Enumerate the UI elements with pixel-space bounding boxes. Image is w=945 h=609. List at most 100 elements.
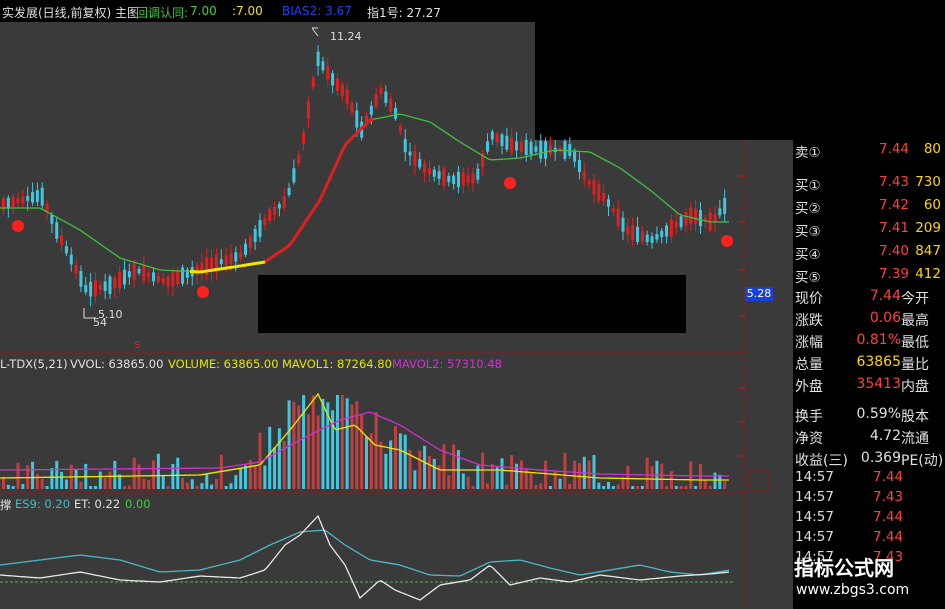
- candle-body: [152, 272, 156, 282]
- quote-stat-value: 0.06: [869, 310, 901, 326]
- volume-bar: [534, 484, 538, 489]
- volume-bar: [384, 453, 388, 489]
- volume-label: VOLUME: 63865.00: [168, 357, 279, 371]
- volume-bar: [568, 483, 572, 489]
- candle-body: [631, 225, 635, 240]
- volume-bar: [11, 486, 15, 489]
- quote-stat-label-2: 最高: [901, 313, 929, 329]
- volume-bar: [616, 484, 620, 489]
- candle-body: [137, 268, 141, 274]
- volume-bar: [340, 395, 344, 489]
- signal-dot: [197, 286, 209, 298]
- candle-body: [69, 254, 73, 265]
- volume-bar: [16, 462, 20, 489]
- volume-bar: [365, 436, 368, 489]
- candle-body: [287, 187, 291, 196]
- candle-body: [548, 145, 552, 155]
- volume-bar: [374, 412, 378, 489]
- candle-body: [621, 217, 625, 232]
- volume-bar: [519, 460, 523, 489]
- volume-bar: [205, 473, 209, 489]
- volume-bar: [171, 463, 175, 489]
- quote-stat-row: 涨幅 0.81% 最低: [793, 330, 945, 352]
- quote-stat-label: 收益(三): [795, 453, 848, 469]
- order-book-row[interactable]: 买② 7.42 60: [793, 196, 945, 217]
- candle-body: [665, 225, 669, 237]
- candle-body: [476, 168, 480, 180]
- volume-bar: [45, 486, 49, 489]
- volume-bar: [113, 460, 117, 489]
- candle-body: [640, 231, 644, 242]
- candle-body: [660, 230, 664, 237]
- candle-body: [718, 208, 722, 216]
- candle-body: [74, 264, 78, 274]
- volume-bar: [529, 473, 533, 489]
- order-book-row[interactable]: 买③ 7.41 209: [793, 219, 945, 240]
- order-book-label: 卖①: [795, 145, 821, 161]
- candle-body: [650, 236, 654, 243]
- order-book-row[interactable]: 买④ 7.40 847: [793, 242, 945, 263]
- order-book-volume: 847: [915, 243, 941, 259]
- tick-time: 14:57: [795, 529, 834, 545]
- volume-bar: [679, 486, 683, 489]
- volume-bar: [674, 486, 678, 489]
- volume-bar: [64, 479, 68, 489]
- order-book-row[interactable]: 买⑤ 7.39 412: [793, 265, 945, 286]
- low-sub-label: 54: [93, 316, 107, 329]
- order-book-row[interactable]: 买① 7.43 730: [793, 173, 945, 194]
- volume-bar: [558, 478, 562, 489]
- candle-body: [408, 151, 412, 156]
- candle-body: [258, 220, 262, 237]
- quote-panel: 卖① 7.44 80 买① 7.43 730 买② 7.42 60 买③ 7.41 209 买④ 7.40…: [793, 140, 945, 609]
- chart-header: 实发展(日线,前复权) 主图 回调认同: 7.00 :7.00 BIAS2: 3…: [0, 0, 535, 22]
- candle-body: [103, 281, 107, 292]
- candle-body: [423, 163, 427, 173]
- volume-bar: [156, 453, 160, 489]
- quote-stat-value: 4.72: [869, 428, 901, 444]
- indicator-cyan-line: [0, 529, 730, 577]
- volume-bar: [335, 395, 339, 489]
- volume-bar: [190, 479, 194, 489]
- candle-body: [403, 138, 407, 153]
- candle-body: [16, 198, 20, 204]
- candle-body: [602, 193, 606, 202]
- candle-body: [655, 234, 659, 240]
- volume-bar: [132, 457, 136, 489]
- bias-label: BIAS2: 3.67: [282, 4, 352, 18]
- order-book-row[interactable]: 卖① 7.44 80: [793, 140, 945, 161]
- es9-label: ES9: 0.20: [15, 497, 71, 511]
- tick-time: 14:57: [795, 489, 834, 505]
- candle-body: [176, 271, 180, 284]
- candle-body: [123, 269, 126, 285]
- high-marker: [311, 27, 319, 37]
- volume-bar: [510, 455, 514, 489]
- candle-body: [345, 89, 349, 104]
- candle-body: [698, 210, 702, 227]
- order-book-price: 7.41: [878, 220, 909, 236]
- quote-stat-label: 换手: [795, 409, 823, 425]
- candle-body: [161, 278, 165, 284]
- candle-body: [592, 180, 596, 195]
- vvol-label: VVOL: 63865.00: [70, 357, 164, 371]
- volume-bar: [684, 486, 688, 489]
- volume-panel-name: L-TDX(5,21): [0, 357, 68, 371]
- candle-body: [166, 276, 170, 287]
- volume-bar: [636, 486, 640, 489]
- order-book-label: 买④: [795, 247, 821, 263]
- volume-bar: [718, 474, 722, 489]
- quote-stat-label-2: 最低: [901, 335, 929, 351]
- candle-body: [40, 187, 44, 206]
- volume-bar: [413, 470, 417, 489]
- tick-row: 14:57 7.44: [793, 468, 945, 488]
- volume-bar: [60, 471, 64, 489]
- order-book-price: 7.39: [878, 266, 909, 282]
- quote-stat-label: 外盘: [795, 379, 823, 395]
- volume-bar: [539, 483, 543, 489]
- candle-body: [31, 192, 35, 203]
- quote-stat-label: 总量: [795, 357, 823, 373]
- candle-body: [636, 226, 640, 242]
- volume-bar: [645, 457, 649, 489]
- candle-body: [142, 265, 146, 281]
- signal-dot: [504, 177, 516, 189]
- volume-bar: [277, 428, 281, 489]
